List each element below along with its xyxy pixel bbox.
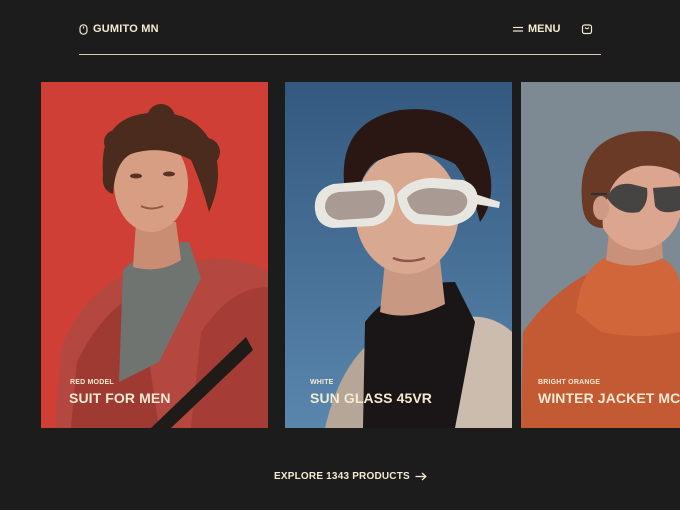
product-card-sunglass[interactable]: WHITE SUN GLASS 45VR: [285, 82, 512, 428]
header-divider: [79, 54, 601, 55]
product-image-red-model: [41, 82, 268, 428]
product-tag: RED MODEL: [70, 379, 114, 386]
product-card-suit[interactable]: RED MODEL SUIT FOR MEN: [41, 82, 268, 428]
product-title: WINTER JACKET MC: [538, 390, 680, 406]
menu-lines-icon: [513, 26, 523, 32]
product-title: SUIT FOR MEN: [69, 390, 171, 406]
brand-name: GUMITO MN: [93, 23, 159, 35]
menu-label: MENU: [528, 23, 561, 35]
site-header: GUMITO MN MENU: [79, 14, 601, 56]
product-tag: WHITE: [310, 379, 334, 386]
product-title: SUN GLASS 45VR: [310, 390, 432, 406]
bag-icon[interactable]: [581, 23, 593, 35]
mouse-icon: [79, 23, 88, 35]
explore-label: EXPLORE 1343 PRODUCTS: [274, 471, 410, 482]
explore-products-link[interactable]: EXPLORE 1343 PRODUCTS: [274, 471, 427, 482]
brand-logo-link[interactable]: GUMITO MN: [79, 23, 159, 35]
product-tag: BRIGHT ORANGE: [538, 379, 601, 386]
menu-button[interactable]: MENU: [513, 23, 560, 35]
product-card-winter-jacket[interactable]: BRIGHT ORANGE WINTER JACKET MC: [521, 82, 680, 428]
arrow-right-icon: [415, 472, 427, 481]
product-image-bright-orange: [521, 82, 680, 428]
product-image-white-sunglasses: [285, 82, 512, 428]
